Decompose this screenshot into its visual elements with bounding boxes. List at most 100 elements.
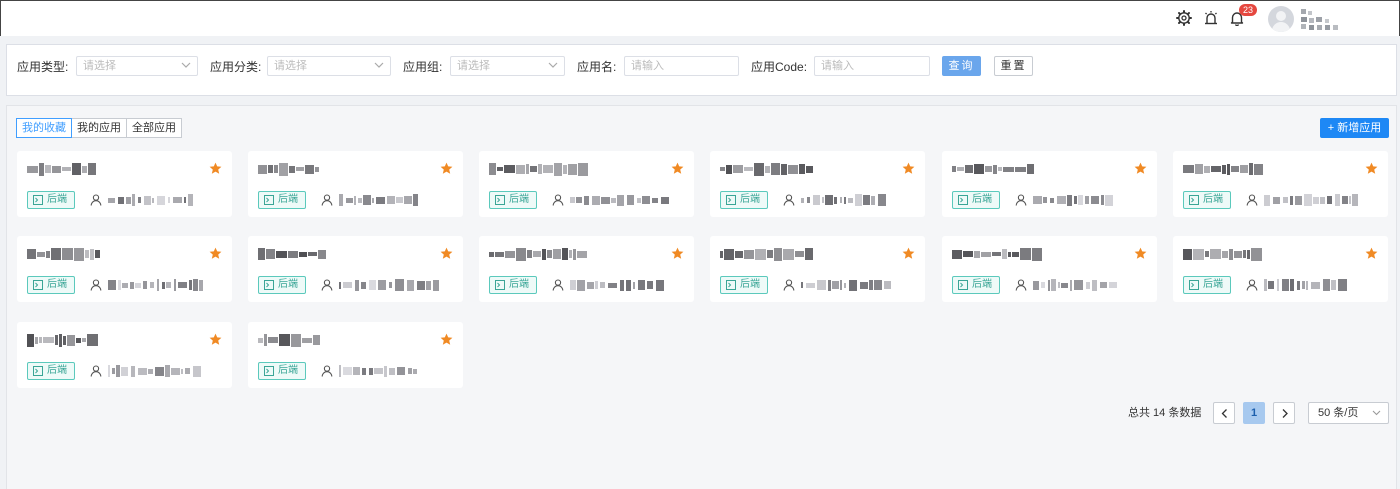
app-name-redacted <box>720 246 814 262</box>
username-redacted[interactable] <box>1299 9 1347 31</box>
backend-tag-label: 后端 <box>972 279 992 290</box>
app-list-panel: 我的收藏 我的应用 全部应用 + 新增应用 后端 后端 后端 后端 后端 后端 后端 后端 后端… <box>6 105 1397 489</box>
owner-redacted <box>108 194 195 206</box>
avatar[interactable] <box>1268 6 1294 32</box>
backend-tag: 后端 <box>489 191 537 209</box>
chevron-down-icon <box>374 62 384 68</box>
owner-redacted <box>1264 194 1359 206</box>
star-icon[interactable] <box>902 247 915 260</box>
app-card[interactable]: 后端 <box>17 236 232 302</box>
app-code-placeholder: 请输入 <box>821 60 854 72</box>
owner-redacted <box>339 194 420 206</box>
star-icon[interactable] <box>440 333 453 346</box>
app-card[interactable]: 后端 <box>479 151 694 217</box>
backend-tag: 后端 <box>1183 191 1231 209</box>
reset-button[interactable]: 重置 <box>994 56 1033 76</box>
backend-tag: 后端 <box>27 362 75 380</box>
tab-my-favorites[interactable]: 我的收藏 <box>16 118 72 138</box>
owner-redacted <box>1033 194 1116 206</box>
app-name-redacted <box>720 161 814 177</box>
star-icon[interactable] <box>1134 162 1147 175</box>
current-page[interactable]: 1 <box>1243 402 1265 424</box>
app-card[interactable]: 后端 <box>248 322 463 388</box>
star-icon[interactable] <box>1365 162 1378 175</box>
star-icon[interactable] <box>209 162 222 175</box>
app-card[interactable]: 后端 <box>942 151 1157 217</box>
user-icon <box>1246 194 1258 206</box>
user-icon <box>90 365 102 377</box>
tab-my-apps[interactable]: 我的应用 <box>71 118 127 138</box>
star-icon[interactable] <box>440 247 453 260</box>
owner-redacted <box>339 365 418 377</box>
app-name-placeholder: 请输入 <box>631 60 664 72</box>
star-icon[interactable] <box>209 333 222 346</box>
app-code-input[interactable]: 请输入 <box>814 56 930 76</box>
gear-icon[interactable] <box>1176 10 1192 26</box>
app-code-label: 应用Code: <box>751 60 808 74</box>
app-category-select[interactable]: 请选择 <box>267 56 391 76</box>
app-card[interactable]: 后端 <box>248 236 463 302</box>
app-card[interactable]: 后端 <box>1173 151 1388 217</box>
terminal-icon <box>495 195 505 205</box>
backend-tag-label: 后端 <box>972 194 992 205</box>
app-name-redacted <box>489 161 589 177</box>
pagination-total: 总共 14 条数据 <box>1128 407 1202 419</box>
app-name-redacted <box>27 161 97 177</box>
star-icon[interactable] <box>1134 247 1147 260</box>
app-name-redacted <box>1183 246 1263 262</box>
chevron-down-icon <box>181 62 191 68</box>
user-icon <box>321 365 333 377</box>
star-icon[interactable] <box>902 162 915 175</box>
prev-page-button[interactable] <box>1213 402 1235 424</box>
owner-redacted <box>570 279 666 291</box>
user-icon <box>783 194 795 206</box>
app-card[interactable]: 后端 <box>710 236 925 302</box>
user-icon <box>552 279 564 291</box>
app-card[interactable]: 后端 <box>479 236 694 302</box>
app-card[interactable]: 后端 <box>710 151 925 217</box>
owner-redacted <box>1264 279 1348 291</box>
add-app-button[interactable]: + 新增应用 <box>1320 118 1389 138</box>
backend-tag: 后端 <box>258 276 306 294</box>
app-card[interactable]: 后端 <box>17 322 232 388</box>
app-name-redacted <box>489 246 588 262</box>
app-card[interactable]: 后端 <box>1173 236 1388 302</box>
app-card[interactable]: 后端 <box>17 151 232 217</box>
app-type-select[interactable]: 请选择 <box>76 56 198 76</box>
page-size-select[interactable]: 50 条/页 <box>1308 402 1389 424</box>
user-icon <box>1246 279 1258 291</box>
user-icon <box>1015 279 1027 291</box>
user-icon <box>783 279 795 291</box>
backend-tag-label: 后端 <box>740 194 760 205</box>
alarm-icon[interactable] <box>1203 10 1219 26</box>
query-button[interactable]: 查询 <box>942 56 981 76</box>
star-icon[interactable] <box>440 162 453 175</box>
backend-tag-label: 后端 <box>47 365 67 376</box>
tab-all-apps[interactable]: 全部应用 <box>126 118 182 138</box>
app-name-input[interactable]: 请输入 <box>624 56 739 76</box>
notification-badge: 23 <box>1239 4 1258 16</box>
backend-tag: 后端 <box>258 191 306 209</box>
app-name-redacted <box>952 161 1035 177</box>
star-icon[interactable] <box>671 162 684 175</box>
owner-redacted <box>801 279 892 291</box>
terminal-icon <box>495 280 505 290</box>
terminal-icon <box>264 195 274 205</box>
next-page-button[interactable] <box>1273 402 1295 424</box>
star-icon[interactable] <box>209 247 222 260</box>
user-icon <box>552 194 564 206</box>
backend-tag: 后端 <box>258 362 306 380</box>
backend-tag: 后端 <box>952 276 1000 294</box>
app-category-placeholder: 请选择 <box>274 60 307 72</box>
user-icon <box>321 279 333 291</box>
owner-redacted <box>1033 279 1120 291</box>
app-name-redacted <box>258 332 321 348</box>
star-icon[interactable] <box>671 247 684 260</box>
star-icon[interactable] <box>1365 247 1378 260</box>
app-group-placeholder: 请选择 <box>457 60 490 72</box>
app-name-redacted <box>952 246 1043 262</box>
app-card[interactable]: 后端 <box>248 151 463 217</box>
app-group-select[interactable]: 请选择 <box>450 56 565 76</box>
backend-tag-label: 后端 <box>278 279 298 290</box>
app-card[interactable]: 后端 <box>942 236 1157 302</box>
